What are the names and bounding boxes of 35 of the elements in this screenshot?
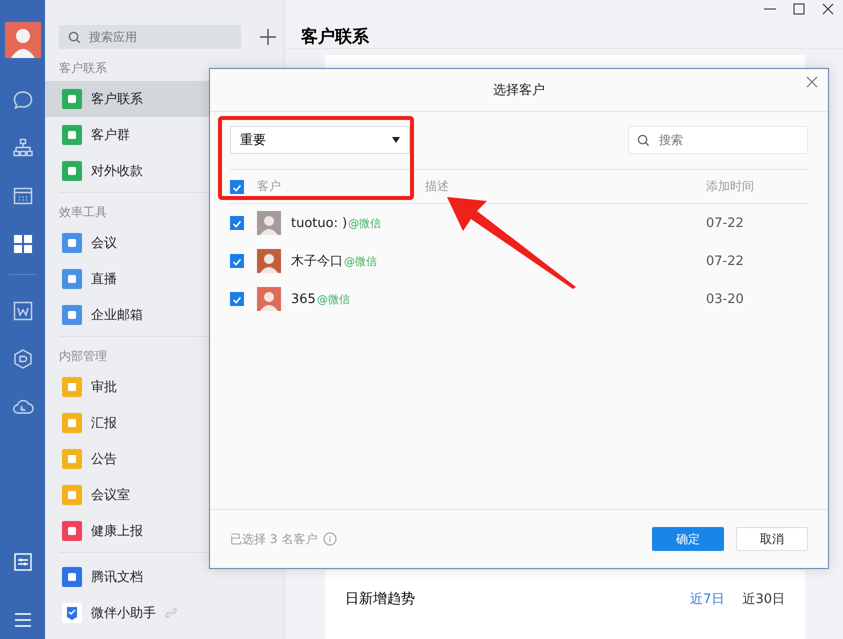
column-header: 客户 [257, 178, 282, 195]
filter-dropdown[interactable]: 重要 [230, 126, 410, 154]
table-cell-text: 03-20 [706, 292, 745, 306]
search-field[interactable]: 搜索应用 [59, 25, 241, 49]
search-field[interactable]: 搜索 [628, 126, 808, 154]
sidebar-item[interactable]: 腾讯文档 [45, 559, 284, 595]
column-header: 添加时间 [706, 178, 755, 195]
source-tag: @微信 [316, 292, 706, 306]
range-tab[interactable]: 近30日 [742, 590, 785, 639]
confirm-button[interactable]: 确定 [652, 527, 724, 551]
customer-name: 木子今口 [291, 253, 343, 270]
sidebar-item[interactable]: 企业邮箱 [45, 297, 284, 333]
selection-summary: 已选择 3 名客户 [230, 530, 318, 548]
column-header: 描述 [425, 178, 450, 195]
customer-name: tuotuo: ) [291, 216, 348, 230]
customer-name: 365 [291, 292, 316, 306]
sidebar-item[interactable]: 会议室 [45, 477, 284, 513]
section-heading: 客户联系 [59, 60, 107, 76]
sidebar-item[interactable]: 直播 [45, 261, 284, 297]
dialog-title: 选择客户 [493, 82, 545, 99]
range-tab[interactable]: 近7日 [690, 590, 724, 639]
sidebar-item[interactable]: 汇报 [45, 405, 284, 441]
sidebar-item[interactable]: 审批 [45, 369, 284, 405]
table-cell-text: 07-22 [706, 216, 745, 230]
source-tag: @微信 [348, 216, 706, 230]
card-title: 日新增趋势 [345, 590, 415, 609]
table-cell-text: 07-22 [706, 254, 745, 268]
sidebar-item[interactable]: 公告 [45, 441, 284, 477]
sidebar-item[interactable]: 微伴小助手 [45, 595, 284, 631]
section-heading: 内部管理 [59, 348, 107, 364]
source-tag: @微信 [344, 254, 706, 268]
cancel-button[interactable]: 取消 [736, 527, 808, 551]
section-heading: 效率工具 [59, 204, 107, 220]
page-title: 客户联系 [300, 26, 369, 48]
sidebar-item[interactable]: 会议 [45, 225, 284, 261]
